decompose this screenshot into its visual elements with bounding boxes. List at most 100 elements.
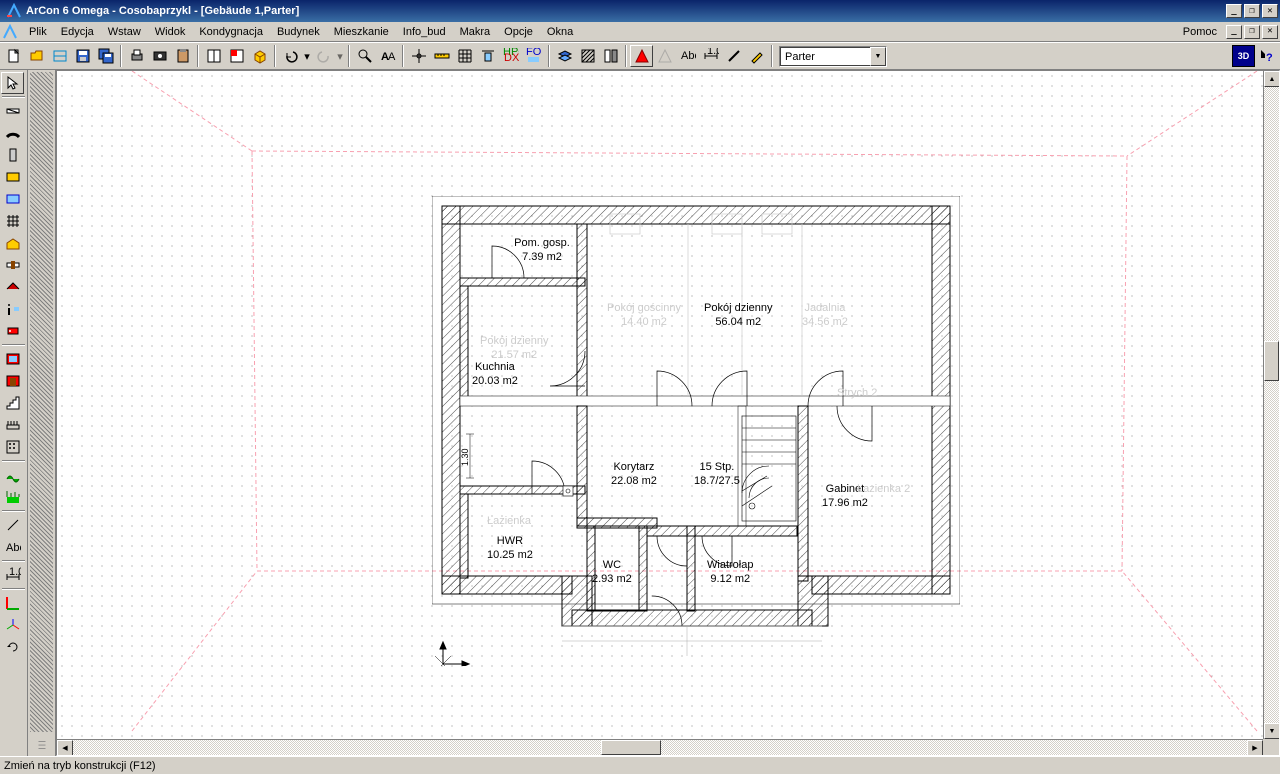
roof-tool[interactable] bbox=[1, 276, 24, 298]
folie-icon[interactable]: FOLIE bbox=[522, 45, 545, 67]
abc-icon[interactable]: Abc bbox=[676, 45, 699, 67]
scroll-v-thumb[interactable] bbox=[1264, 341, 1279, 381]
text-tool[interactable]: Abc bbox=[1, 536, 24, 558]
scroll-h-track[interactable] bbox=[73, 740, 1247, 755]
redo-button[interactable] bbox=[312, 45, 335, 67]
terrain-tool[interactable] bbox=[1, 486, 24, 508]
door-tool[interactable] bbox=[1, 370, 24, 392]
close-button[interactable]: ✕ bbox=[1262, 4, 1278, 18]
drawing-canvas[interactable]: Pom. gosp.7.39 m2 Kuchnia20.03 m2 Pokój … bbox=[57, 71, 1263, 739]
wall-tool[interactable] bbox=[1, 100, 24, 122]
menu-infobud[interactable]: Info_bud bbox=[396, 24, 453, 40]
mdi-minimize-button[interactable]: _ bbox=[1226, 25, 1242, 39]
info-tool[interactable] bbox=[1, 298, 24, 320]
floor-select[interactable]: Parter ▼ bbox=[779, 46, 887, 67]
menu-makra[interactable]: Makra bbox=[453, 24, 498, 40]
grid-tool[interactable] bbox=[1, 210, 24, 232]
menu-opcje[interactable]: Opcje bbox=[497, 24, 540, 40]
scroll-h-thumb[interactable] bbox=[601, 740, 661, 755]
pointer-tool[interactable] bbox=[1, 72, 24, 94]
svg-text:Abc: Abc bbox=[6, 542, 21, 554]
undo-dropdown-icon[interactable]: ▾ bbox=[302, 45, 312, 67]
menu-edycja[interactable]: Edycja bbox=[54, 24, 101, 40]
zone-tool[interactable] bbox=[1, 188, 24, 210]
clipboard-button[interactable] bbox=[171, 45, 194, 67]
layers-icon[interactable] bbox=[553, 45, 576, 67]
help-icon[interactable]: ? bbox=[1255, 45, 1278, 67]
section-icon[interactable] bbox=[599, 45, 622, 67]
3d-view-button[interactable]: 3D bbox=[1232, 45, 1255, 67]
scroll-v-track[interactable] bbox=[1264, 87, 1279, 723]
balcony-tool[interactable] bbox=[1, 414, 24, 436]
menu-plik[interactable]: Plik bbox=[22, 24, 54, 40]
zoom-button[interactable] bbox=[353, 45, 376, 67]
grid-icon[interactable] bbox=[453, 45, 476, 67]
hpgl-dxf-icon[interactable]: HPGLDXF bbox=[499, 45, 522, 67]
scroll-right-icon[interactable]: ▶ bbox=[1247, 740, 1263, 756]
render-mode-icon[interactable] bbox=[630, 45, 653, 67]
opening-tool[interactable] bbox=[1, 254, 24, 276]
grip-area[interactable] bbox=[30, 72, 53, 732]
grip-handle-icon[interactable] bbox=[28, 734, 55, 756]
rotate-tool[interactable] bbox=[1, 636, 24, 658]
pen-icon[interactable] bbox=[745, 45, 768, 67]
save-button[interactable] bbox=[71, 45, 94, 67]
scroll-down-icon[interactable]: ▼ bbox=[1264, 723, 1280, 739]
horizontal-scrollbar[interactable]: ◀ ▶ bbox=[57, 739, 1263, 755]
vertical-scrollbar[interactable]: ▲ ▼ bbox=[1263, 71, 1279, 739]
toggle-1-icon[interactable] bbox=[48, 45, 71, 67]
column-tool[interactable] bbox=[1, 144, 24, 166]
undo-button[interactable] bbox=[279, 45, 302, 67]
axis-tool[interactable] bbox=[1, 592, 24, 614]
mdi-close-button[interactable]: ✕ bbox=[1262, 25, 1278, 39]
svg-text:?: ? bbox=[1266, 52, 1273, 64]
rect-tool[interactable] bbox=[1, 166, 24, 188]
layout-2-icon[interactable] bbox=[225, 45, 248, 67]
scroll-up-icon[interactable]: ▲ bbox=[1264, 71, 1280, 87]
axis-3d-tool[interactable] bbox=[1, 614, 24, 636]
plan-svg bbox=[432, 196, 960, 666]
menu-wstaw[interactable]: Wstaw bbox=[101, 24, 148, 40]
layout-3d-icon[interactable] bbox=[248, 45, 271, 67]
wireframe-icon[interactable] bbox=[653, 45, 676, 67]
menu-budynek[interactable]: Budynek bbox=[270, 24, 327, 40]
minimize-button[interactable]: _ bbox=[1226, 4, 1242, 18]
menubar: Plik Edycja Wstaw Widok Kondygnacja Budy… bbox=[0, 22, 1280, 42]
stairs-tool[interactable] bbox=[1, 392, 24, 414]
menu-kondygnacja[interactable]: Kondygnacja bbox=[192, 24, 270, 40]
line-tool[interactable] bbox=[1, 514, 24, 536]
scroll-left-icon[interactable]: ◀ bbox=[57, 740, 73, 756]
menu-widok[interactable]: Widok bbox=[148, 24, 193, 40]
mdi-restore-button[interactable]: ❐ bbox=[1244, 25, 1260, 39]
status-text: Zmień na tryb konstrukcji (F12) bbox=[4, 760, 156, 772]
ruler-icon[interactable] bbox=[430, 45, 453, 67]
layout-1-icon[interactable] bbox=[202, 45, 225, 67]
window-tool[interactable] bbox=[1, 348, 24, 370]
text-size-icon[interactable]: AA bbox=[376, 45, 399, 67]
snap-icon[interactable] bbox=[407, 45, 430, 67]
redo-dropdown-icon[interactable]: ▾ bbox=[335, 45, 345, 67]
floor-tool[interactable] bbox=[1, 232, 24, 254]
menu-mieszkanie[interactable]: Mieszkanie bbox=[327, 24, 396, 40]
chevron-down-icon[interactable]: ▼ bbox=[870, 47, 886, 66]
new-button[interactable] bbox=[2, 45, 25, 67]
marker-tool[interactable] bbox=[1, 320, 24, 342]
dimension-tool[interactable]: 1.0 bbox=[1, 564, 24, 586]
menu-pomoc[interactable]: Pomoc bbox=[1176, 24, 1224, 40]
dim-style-icon[interactable]: 1.0 bbox=[699, 45, 722, 67]
save-as-button[interactable] bbox=[94, 45, 117, 67]
curved-wall-tool[interactable] bbox=[1, 122, 24, 144]
print-button[interactable] bbox=[125, 45, 148, 67]
maximize-button[interactable]: ❐ bbox=[1244, 4, 1260, 18]
open-button[interactable] bbox=[25, 45, 48, 67]
screenshot-button[interactable] bbox=[148, 45, 171, 67]
slash-icon[interactable] bbox=[722, 45, 745, 67]
hatch-icon[interactable] bbox=[576, 45, 599, 67]
menu-okna[interactable]: Okna bbox=[540, 24, 580, 40]
pattern-tool[interactable] bbox=[1, 436, 24, 458]
titlebar: ArCon 6 Omega - Cosobaprzykl - [Gebäude … bbox=[0, 0, 1280, 22]
floor-select-value: Parter bbox=[780, 47, 870, 66]
svg-text:Abc: Abc bbox=[681, 50, 696, 62]
align-icon[interactable] bbox=[476, 45, 499, 67]
landscape-tool[interactable] bbox=[1, 464, 24, 486]
